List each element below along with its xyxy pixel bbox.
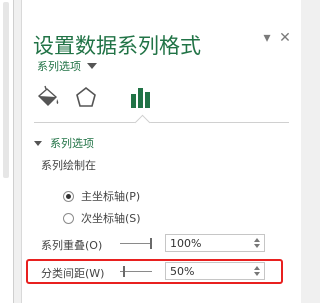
slider-thumb[interactable]	[150, 238, 152, 249]
secondary-axis-label: 次坐标轴(S)	[81, 212, 141, 225]
secondary-axis-option[interactable]: 次坐标轴(S)	[63, 210, 141, 226]
collapse-triangle-icon	[34, 140, 42, 146]
series-options-section-header[interactable]: 系列选项	[34, 135, 94, 151]
pentagon-icon	[76, 86, 96, 107]
spin-up-icon[interactable]	[254, 238, 260, 242]
plot-series-on-label: 系列绘制在	[41, 159, 96, 172]
series-overlap-spinner[interactable]: 100%	[165, 234, 265, 252]
bar-chart-icon	[131, 88, 150, 108]
primary-axis-label: 主坐标轴(P)	[81, 190, 141, 203]
series-overlap-label: 系列重叠(O)	[41, 239, 103, 252]
series-overlap-slider[interactable]	[120, 238, 152, 250]
scrollbar-thumb[interactable]	[3, 2, 9, 178]
chevron-down-icon	[87, 63, 97, 69]
fill-line-tab[interactable]	[34, 84, 62, 112]
close-icon[interactable]: ✕	[278, 30, 292, 46]
primary-axis-option[interactable]: 主坐标轴(P)	[63, 188, 140, 204]
primary-axis-radio[interactable]	[63, 190, 74, 202]
pane-title: 设置数据系列格式	[33, 34, 201, 58]
paint-bucket-icon	[37, 85, 59, 106]
spin-down-icon[interactable]	[254, 244, 260, 248]
secondary-axis-radio[interactable]	[63, 212, 74, 224]
section-title: 系列选项	[50, 137, 94, 150]
series-options-dropdown-label: 系列选项	[37, 60, 81, 73]
selected-tab-indicator	[134, 114, 151, 131]
format-data-series-pane: 设置数据系列格式 ▾ ✕ 系列选项 系列选项 系列绘制在 主坐标轴(P) 次坐标…	[21, 0, 301, 303]
slider-track	[120, 243, 152, 244]
series-overlap-row: 系列重叠(O) 100%	[41, 234, 277, 254]
tab-divider	[34, 122, 289, 123]
series-options-tab[interactable]	[128, 84, 156, 112]
format-tabs	[34, 84, 289, 131]
effects-tab[interactable]	[72, 84, 100, 112]
series-options-dropdown[interactable]: 系列选项	[37, 58, 97, 74]
series-overlap-value[interactable]: 100%	[170, 237, 201, 250]
gap-width-highlight-box	[26, 259, 283, 284]
worksheet-area-edge	[0, 0, 14, 303]
pane-options-caret-icon[interactable]: ▾	[260, 30, 274, 46]
